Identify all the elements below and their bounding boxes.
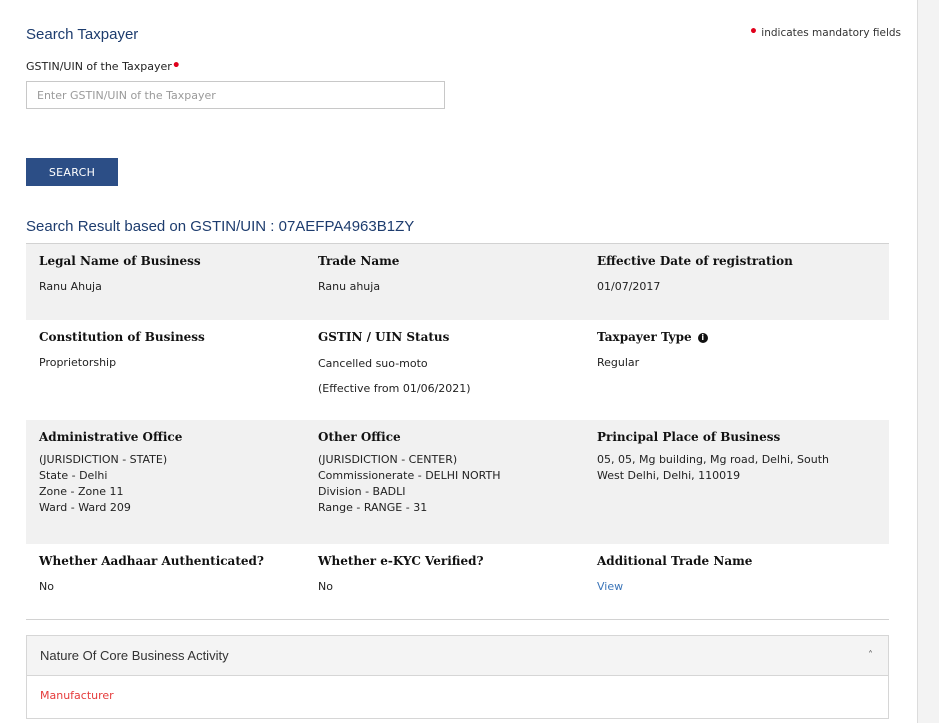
mandatory-note: • indicates mandatory fields (749, 24, 901, 40)
ekyc-cell: Whether e-KYC Verified? No (318, 544, 597, 619)
taxpayer-type-value: Regular (597, 356, 640, 369)
trade-name-cell: Trade Name Ranu ahuja (318, 244, 597, 320)
other-office-line: Division - BADLI (318, 485, 406, 498)
additional-trade-name-value: View (597, 579, 876, 595)
legal-name-cell: Legal Name of Business Ranu Ahuja (39, 244, 318, 320)
aadhaar-value: No (39, 580, 54, 593)
effective-date-label: Effective Date of registration (597, 254, 793, 268)
gstin-search-input[interactable] (26, 81, 445, 109)
search-button[interactable]: SEARCH (26, 158, 118, 186)
legal-name-label: Legal Name of Business (39, 254, 201, 268)
gstin-status-value: Cancelled suo-moto (Effective from 01/06… (318, 351, 597, 401)
search-taxpayer-heading: Search Taxpayer (26, 26, 139, 43)
other-office-value: (JURISDICTION - CENTER) Commissionerate … (318, 452, 597, 516)
constitution-label: Constitution of Business (39, 330, 205, 344)
admin-office-line: Zone - Zone 11 (39, 485, 124, 498)
trade-name-label: Trade Name (318, 254, 400, 268)
taxpayer-type-label: Taxpayer Type (597, 330, 692, 344)
admin-office-line: Ward - Ward 209 (39, 501, 131, 514)
activity-item: Manufacturer (40, 689, 114, 702)
required-dot-icon: • (749, 24, 758, 40)
ekyc-value: No (318, 580, 333, 593)
core-business-activity-header[interactable]: Nature Of Core Business Activity ˄ (27, 636, 888, 676)
taxpayer-type-cell: Taxpayer Type i Regular (597, 320, 876, 420)
other-office-line: Commissionerate - DELHI NORTH (318, 469, 501, 482)
administrative-office-label: Administrative Office (39, 430, 183, 444)
gstin-status-effective: (Effective from 01/06/2021) (318, 382, 471, 395)
administrative-office-value: (JURISDICTION - STATE) State - Delhi Zon… (39, 452, 318, 516)
other-office-cell: Other Office (JURISDICTION - CENTER) Com… (318, 420, 597, 544)
principal-place-line: West Delhi, Delhi, 110019 (597, 469, 741, 482)
trade-name-value: Ranu ahuja (318, 280, 381, 293)
admin-office-line: State - Delhi (39, 469, 108, 482)
principal-place-line: 05, 05, Mg building, Mg road, Delhi, Sou… (597, 453, 829, 466)
info-icon[interactable]: i (697, 333, 708, 343)
additional-trade-name-label: Additional Trade Name (597, 554, 753, 568)
result-row: Legal Name of Business Ranu Ahuja Trade … (26, 244, 889, 320)
core-business-activity-title: Nature Of Core Business Activity (40, 648, 229, 663)
page-scroll-edge (917, 0, 939, 723)
core-business-activity-body: Manufacturer (27, 676, 888, 715)
aadhaar-label: Whether Aadhaar Authenticated? (39, 554, 264, 568)
gstin-status-cell: GSTIN / UIN Status Cancelled suo-moto (E… (318, 320, 597, 420)
mandatory-note-text: indicates mandatory fields (761, 27, 901, 39)
chevron-up-icon[interactable]: ˄ (868, 650, 873, 661)
other-office-line: (JURISDICTION - CENTER) (318, 453, 458, 466)
result-row: Constitution of Business Proprietorship … (26, 320, 889, 420)
effective-date-value: 01/07/2017 (597, 280, 661, 293)
effective-date-cell: Effective Date of registration 01/07/201… (597, 244, 876, 320)
gstin-field-label-text: GSTIN/UIN of the Taxpayer (26, 60, 172, 73)
gstin-field-label: GSTIN/UIN of the Taxpayer• (26, 58, 181, 74)
principal-place-cell: Principal Place of Business 05, 05, Mg b… (597, 420, 876, 544)
gstin-status-label: GSTIN / UIN Status (318, 330, 450, 344)
result-row: Whether Aadhaar Authenticated? No Whethe… (26, 544, 889, 620)
additional-trade-name-cell: Additional Trade Name View (597, 544, 876, 619)
search-result-heading: Search Result based on GSTIN/UIN : 07AEF… (26, 218, 415, 235)
search-result-panel: Legal Name of Business Ranu Ahuja Trade … (26, 243, 889, 620)
core-business-activity-panel: Nature Of Core Business Activity ˄ Manuf… (26, 635, 889, 719)
result-row: Administrative Office (JURISDICTION - ST… (26, 420, 889, 544)
admin-office-line: (JURISDICTION - STATE) (39, 453, 168, 466)
principal-place-label: Principal Place of Business (597, 430, 781, 444)
other-office-label: Other Office (318, 430, 401, 444)
principal-place-value: 05, 05, Mg building, Mg road, Delhi, Sou… (597, 452, 876, 484)
taxpayer-type-label-wrap: Taxpayer Type i (597, 330, 876, 344)
view-link[interactable]: View (597, 580, 623, 593)
legal-name-value: Ranu Ahuja (39, 280, 102, 293)
ekyc-label: Whether e-KYC Verified? (318, 554, 484, 568)
constitution-value: Proprietorship (39, 356, 117, 369)
constitution-cell: Constitution of Business Proprietorship (39, 320, 318, 420)
aadhaar-cell: Whether Aadhaar Authenticated? No (39, 544, 318, 619)
required-mark-icon: • (171, 58, 181, 74)
other-office-line: Range - RANGE - 31 (318, 501, 428, 514)
administrative-office-cell: Administrative Office (JURISDICTION - ST… (39, 420, 318, 544)
gstin-status-text: Cancelled suo-moto (318, 357, 428, 370)
